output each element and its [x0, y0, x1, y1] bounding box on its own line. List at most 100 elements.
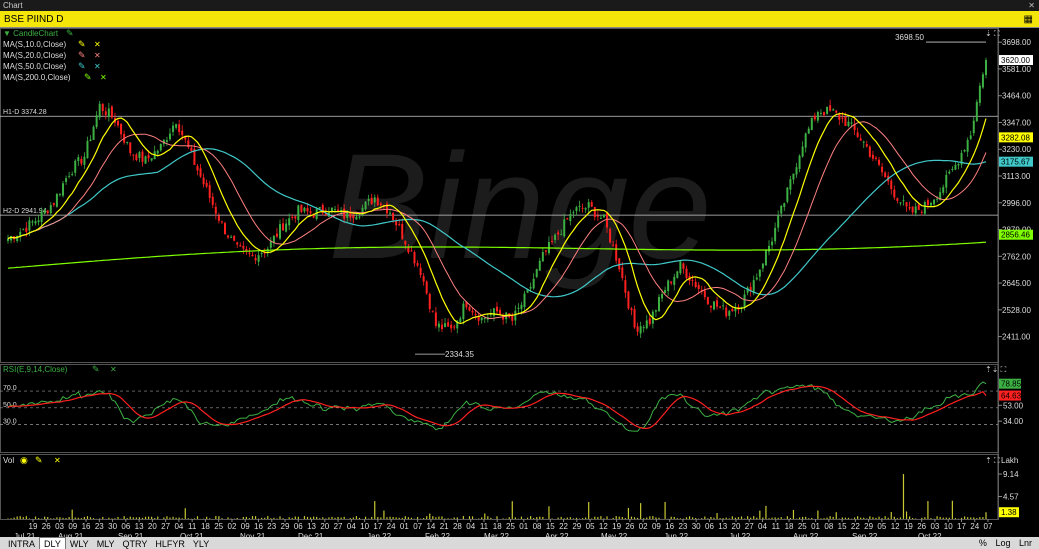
ma50-legend-close-icon[interactable]: ✕	[94, 62, 101, 71]
date-tick-label: 01	[519, 522, 528, 531]
volume-bar	[358, 517, 361, 519]
volume-bar	[887, 517, 889, 519]
volume-edit-icon[interactable]: ✎	[35, 455, 43, 465]
volume-bar	[692, 517, 694, 519]
timeframe-wly[interactable]: WLY	[66, 538, 93, 549]
ma20-legend-edit-icon[interactable]: ✎	[78, 50, 86, 60]
volume-visibility-icon[interactable]: ◉	[20, 455, 28, 465]
candle-body	[422, 276, 425, 282]
chart-settings-icon[interactable]: ▦	[1024, 11, 1033, 28]
symbol-bar[interactable]: BSE PIIND D ▦	[0, 11, 1039, 28]
candle-body	[104, 111, 107, 116]
volume-bar	[912, 518, 914, 519]
volume-bar	[548, 506, 550, 519]
ma50-legend-edit-icon[interactable]: ✎	[78, 61, 86, 71]
volume-bar	[872, 517, 874, 519]
date-tick-label: 03	[55, 522, 64, 531]
timeframe-qtry[interactable]: QTRY	[119, 538, 152, 549]
volume-bar	[245, 516, 247, 519]
volume-bar	[643, 518, 645, 519]
volume-bar	[789, 517, 791, 519]
pane-controls-icon[interactable]: ⇣ ⛶	[985, 29, 1000, 38]
volume-bar	[621, 516, 623, 519]
price-tick-label: 2996.00	[1002, 199, 1031, 208]
candle-body	[755, 277, 758, 280]
candle-body	[868, 146, 871, 157]
ma20-legend-close-icon[interactable]: ✕	[94, 51, 101, 60]
candlechart-legend-edit-icon[interactable]: ✎	[66, 28, 74, 38]
candle-body	[862, 141, 865, 143]
candle-body	[813, 115, 816, 120]
candle-body	[792, 173, 795, 180]
volume-bar	[869, 516, 871, 519]
timeframe-intra[interactable]: INTRA	[4, 538, 39, 549]
timeframe-dly[interactable]: DLY	[39, 537, 66, 549]
price-tick-label: 3347.00	[1002, 118, 1031, 127]
rsi-close-icon[interactable]: ✕	[110, 365, 117, 374]
volume-bar	[19, 516, 21, 519]
volume-pane-controls-icon[interactable]: ⇡ ⛶	[985, 456, 1000, 465]
candle-body	[297, 205, 300, 221]
volume-bar	[447, 518, 449, 519]
candle-body	[630, 308, 633, 311]
candle-body	[25, 227, 28, 232]
candle-body	[789, 179, 792, 190]
volume-bar	[948, 517, 950, 519]
candle-body	[771, 241, 774, 246]
candle-body	[838, 113, 841, 120]
ma200-legend-close-icon[interactable]: ✕	[100, 73, 107, 82]
date-tick-label: 09	[241, 522, 250, 531]
volume-bar	[102, 516, 104, 519]
volume-bars	[7, 474, 987, 519]
rsi-pane-controls-icon[interactable]: ⇡⇣ ⛶	[985, 365, 1007, 374]
volume-bar	[108, 517, 110, 519]
volume-bar	[111, 518, 113, 519]
date-tick-label: 04	[347, 522, 356, 531]
chart-area[interactable]: Binge 3698.00 3581.00 3464.00 3347.00 3230.00…	[0, 28, 1039, 541]
volume-bar	[725, 517, 727, 519]
candle-body	[917, 204, 920, 210]
volume-bar	[863, 517, 865, 519]
timeframe-hlfyr[interactable]: HLFYR	[151, 538, 189, 549]
candle-body	[309, 211, 312, 214]
log-scale-button[interactable]: Log	[992, 537, 1013, 549]
candle-body	[55, 193, 58, 207]
volume-close-icon[interactable]: ✕	[54, 456, 61, 465]
volume-bar	[279, 516, 281, 519]
volume-bar	[780, 517, 782, 519]
linear-scale-button[interactable]: Lnr	[1016, 537, 1035, 549]
timeframe-mly[interactable]: MLY	[93, 538, 119, 549]
candle-body	[945, 174, 948, 188]
volume-bar	[377, 517, 379, 519]
candle-body	[83, 156, 86, 165]
ma10-legend-close-icon[interactable]: ✕	[94, 40, 101, 49]
volume-bar	[765, 505, 767, 519]
volume-bar	[129, 516, 131, 519]
candle-body	[343, 208, 346, 219]
volume-bar	[371, 516, 373, 519]
candle-body	[899, 202, 902, 204]
volume-bar	[401, 517, 403, 519]
candle-body	[257, 255, 260, 262]
candle-body	[587, 202, 590, 208]
volume-bar	[175, 517, 177, 519]
volume-bar	[612, 517, 614, 519]
volume-bar	[585, 517, 587, 519]
rsi-edit-icon[interactable]: ✎	[92, 364, 100, 374]
volume-bar	[468, 516, 471, 519]
candle-body	[844, 116, 847, 127]
percent-scale-button[interactable]: %	[976, 537, 990, 549]
volume-bar	[313, 516, 315, 519]
timeframe-yly[interactable]: YLY	[189, 538, 213, 549]
date-tick-label: 18	[201, 522, 210, 531]
volume-bar	[514, 517, 516, 519]
close-icon[interactable]: ✕	[1028, 0, 1035, 11]
candle-body	[673, 276, 676, 285]
volume-bar	[811, 517, 813, 519]
date-tick-label: 10	[944, 522, 953, 531]
ma200-legend-edit-icon[interactable]: ✎	[84, 72, 92, 82]
volume-bar	[395, 517, 397, 519]
candle-body	[52, 203, 55, 205]
ma10-legend-edit-icon[interactable]: ✎	[78, 39, 86, 49]
price-chart-svg[interactable]: Binge3698.003581.003464.003347.003230.00…	[0, 28, 1039, 541]
